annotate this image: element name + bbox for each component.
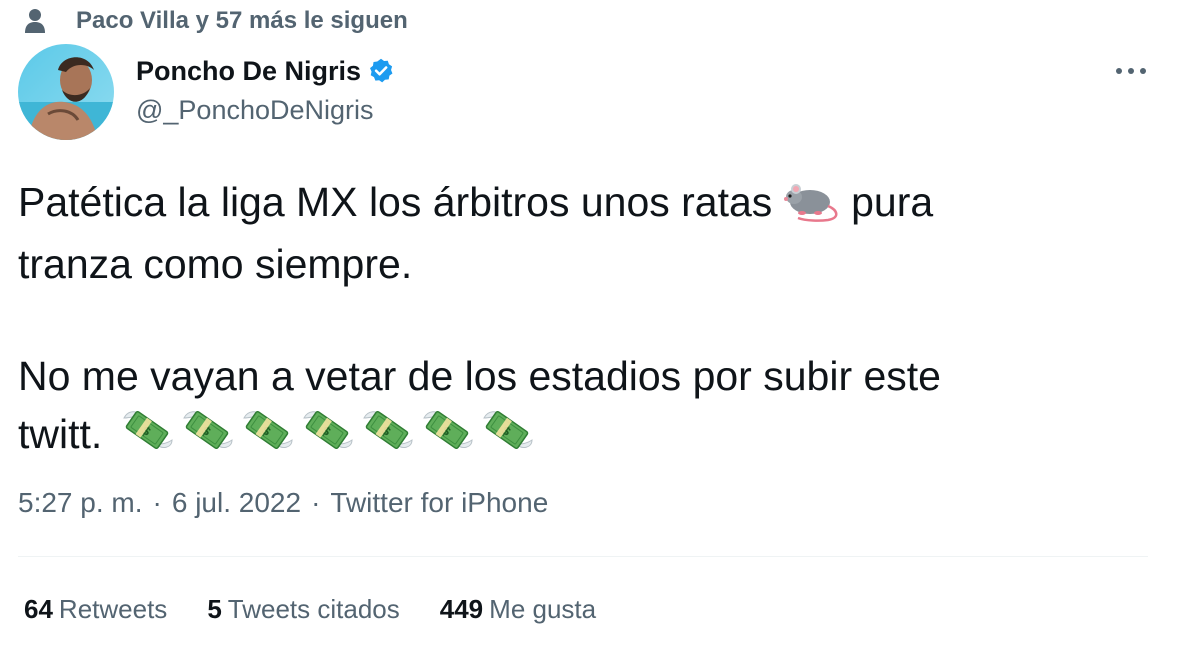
rat-emoji [783, 178, 840, 236]
tweet-paragraph-1: Patética la liga MX los árbitros unos ra… [18, 174, 1138, 292]
money-with-wings-emoji: $ [178, 404, 236, 470]
social-context-text: Paco Villa y 57 más le siguen [76, 7, 408, 34]
author-name-row[interactable]: Poncho De Nigris [136, 54, 397, 88]
more-options-button[interactable] [1112, 56, 1150, 86]
money-with-wings-emoji: $ [418, 404, 476, 470]
person-icon [20, 6, 50, 36]
tweet-time[interactable]: 5:27 p. m. [18, 487, 143, 519]
money-with-wings-emoji: $ [298, 404, 356, 470]
tweet-line-1-after: pura [851, 179, 934, 225]
verified-badge-icon [367, 56, 397, 86]
retweets-stat[interactable]: 64 Retweets [24, 594, 167, 625]
quote-tweets-stat[interactable]: 5 Tweets citados [207, 594, 399, 625]
tweet-line-1: Patética la liga MX los árbitros unos ra… [18, 179, 773, 225]
money-with-wings-emoji: $ [118, 404, 176, 470]
divider [18, 556, 1148, 557]
tweet-line-4: twitt. [18, 411, 103, 457]
quote-tweets-label: Tweets citados [227, 594, 400, 624]
likes-stat[interactable]: 449 Me gusta [440, 594, 596, 625]
retweets-label: Retweets [58, 594, 168, 624]
tweet-line-2: tranza como siempre. [18, 241, 413, 287]
money-emoji-row: $ $ $ $ $ $ $ [118, 404, 536, 470]
money-with-wings-emoji: $ [238, 404, 296, 470]
tweet-date[interactable]: 6 jul. 2022 [172, 487, 301, 519]
meta-separator-1: · [152, 487, 162, 518]
more-dots-icon [1116, 68, 1146, 74]
tweet-text: Patética la liga MX los árbitros unos ra… [18, 174, 1138, 470]
social-context[interactable]: Paco Villa y 57 más le siguen [20, 4, 408, 38]
author-name[interactable]: Poncho De Nigris [136, 56, 361, 87]
tweet-meta: 5:27 p. m. · 6 jul. 2022 · Twitter for i… [18, 487, 548, 519]
money-with-wings-emoji: $ [478, 404, 536, 470]
tweet-stats: 64 Retweets 5 Tweets citados 449 Me gusta [24, 594, 636, 625]
tweet-source-link[interactable]: Twitter for iPhone [330, 487, 548, 519]
likes-count: 449 [439, 594, 484, 624]
tweet-line-3: No me vayan a vetar de los estadios por … [18, 353, 941, 399]
avatar[interactable] [18, 44, 114, 140]
quote-tweets-count: 5 [207, 594, 222, 624]
money-with-wings-emoji: $ [358, 404, 416, 470]
retweets-count: 64 [24, 594, 53, 624]
tweet-paragraph-2: No me vayan a vetar de los estadios por … [18, 348, 1138, 470]
meta-separator-2: · [311, 487, 321, 518]
likes-label: Me gusta [489, 594, 597, 624]
author-handle[interactable]: @_PonchoDeNigris [136, 95, 374, 126]
